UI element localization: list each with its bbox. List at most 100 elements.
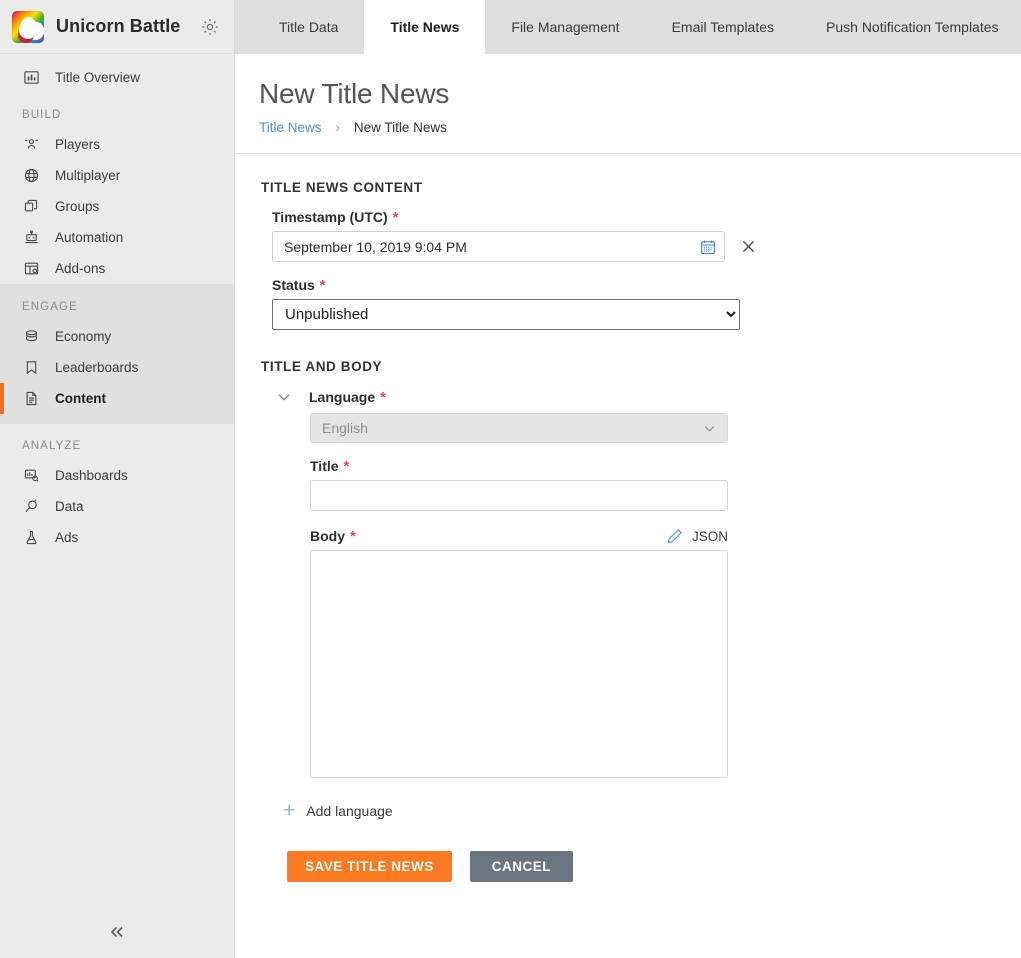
sidebar-collapse-button[interactable] <box>0 906 234 958</box>
sidebar-item-label: Multiplayer <box>55 168 121 183</box>
close-x-icon[interactable] <box>740 238 757 255</box>
body-field-header: Body * JSON <box>310 528 728 544</box>
sidebar-item-label: Data <box>55 499 84 514</box>
sidebar-item-content[interactable]: Content <box>0 383 234 414</box>
language-block: Language * English Title * Body * JSON <box>278 388 1021 778</box>
chevron-right-icon: › <box>335 120 340 135</box>
json-editor-link[interactable]: JSON <box>667 528 728 544</box>
coins-icon <box>22 328 40 346</box>
sidebar-item-label: Groups <box>55 199 100 214</box>
bookmark-icon <box>22 359 40 377</box>
body-textarea[interactable] <box>310 550 728 778</box>
title-news-form: TITLE NEWS CONTENT Timestamp (UTC) * Sep… <box>235 154 1021 882</box>
page-header: New Title News Title News › New Title Ne… <box>235 54 1021 153</box>
sidebar-item-ads[interactable]: Ads <box>0 522 234 553</box>
language-label: Language * <box>309 389 386 405</box>
status-label: Status * <box>272 277 1021 293</box>
flask-icon <box>22 529 40 547</box>
chevron-down-icon[interactable] <box>275 388 293 406</box>
required-marker: * <box>343 457 350 475</box>
breadcrumb: Title News › New Title News <box>259 120 1021 153</box>
timestamp-input[interactable]: September 10, 2019 9:04 PM <box>272 231 725 262</box>
sidebar-item-groups[interactable]: Groups <box>0 191 234 222</box>
language-select[interactable]: English <box>310 413 728 443</box>
sidebar-item-label: Players <box>55 137 101 152</box>
dashboard-icon <box>22 467 40 485</box>
language-label-text: Language <box>309 389 376 405</box>
status-select[interactable]: Unpublished Published Archived <box>272 299 740 330</box>
sidebar-item-leaderboards[interactable]: Leaderboards <box>0 352 234 383</box>
sidebar-section-build-label: BUILD <box>22 109 62 121</box>
breadcrumb-current: New Title News <box>353 120 447 135</box>
sidebar-item-addons[interactable]: Add-ons <box>0 253 234 284</box>
timestamp-field-group: Timestamp (UTC) * September 10, 2019 9:0… <box>272 209 1021 262</box>
gear-icon[interactable] <box>200 17 220 37</box>
tab-title-data[interactable]: Title Data <box>253 0 364 54</box>
plus-icon: + <box>283 799 296 822</box>
cancel-button[interactable]: CANCEL <box>469 851 574 882</box>
calendar-icon[interactable] <box>700 239 716 255</box>
timestamp-label: Timestamp (UTC) * <box>272 209 1021 225</box>
sidebar-item-automation[interactable]: Automation <box>0 222 234 253</box>
bar-chart-icon <box>22 69 40 87</box>
sidebar-item-title-overview[interactable]: Title Overview <box>0 62 234 93</box>
sidebar-item-label: Automation <box>55 230 124 245</box>
save-title-news-button[interactable]: SAVE TITLE NEWS <box>287 851 452 882</box>
status-field-group: Status * Unpublished Published Archived <box>272 277 1021 330</box>
body-field-label: Body * <box>310 528 356 544</box>
title-input[interactable] <box>310 480 728 511</box>
app-root: Unicorn Battle Title Overview BUILD Play… <box>0 0 1021 958</box>
tab-file-management[interactable]: File Management <box>485 0 645 54</box>
body-label-text: Body <box>310 528 345 544</box>
unicorn-logo-icon <box>12 10 44 43</box>
sidebar-item-label: Title Overview <box>55 70 141 85</box>
form-actions: SAVE TITLE NEWS CANCEL <box>287 851 1021 882</box>
title-label-text: Title <box>310 458 339 474</box>
sidebar-item-multiplayer[interactable]: Multiplayer <box>0 160 234 191</box>
tab-push-notification-templates[interactable]: Push Notification Templates <box>800 0 1021 54</box>
tab-bar: Title Data Title News File Management Em… <box>235 0 1021 54</box>
chevron-down-icon <box>702 421 717 436</box>
sidebar-section-analyze-label: ANALYZE <box>22 440 82 452</box>
tab-email-templates[interactable]: Email Templates <box>646 0 800 54</box>
add-language-label: Add language <box>306 802 393 819</box>
sidebar-item-economy[interactable]: Economy <box>0 321 234 352</box>
sidebar-item-label: Economy <box>55 329 112 344</box>
sidebar-item-data[interactable]: Data <box>0 491 234 522</box>
page-title: New Title News <box>259 78 450 109</box>
sidebar-section-engage: ENGAGE Economy Leaderboards Content <box>0 284 234 424</box>
status-label-text: Status <box>272 277 315 293</box>
add-language-button[interactable]: + Add language <box>283 800 1021 821</box>
title-field-label: Title * <box>310 458 1021 474</box>
required-marker: * <box>380 388 386 406</box>
robot-icon <box>22 229 40 247</box>
globe-icon <box>22 167 40 185</box>
sidebar-item-label: Add-ons <box>55 261 106 276</box>
tab-title-news[interactable]: Title News <box>364 0 486 54</box>
addons-icon <box>22 260 40 278</box>
pencil-icon <box>667 528 683 544</box>
brand-title: Unicorn Battle <box>56 16 181 36</box>
timestamp-value: September 10, 2019 9:04 PM <box>284 238 467 255</box>
sidebar-item-label: Dashboards <box>55 468 128 483</box>
required-marker: * <box>319 276 326 294</box>
sidebar-nav: Title Overview BUILD Players Multiplayer… <box>0 54 234 553</box>
sidebar: Unicorn Battle Title Overview BUILD Play… <box>0 0 235 958</box>
json-link-label: JSON <box>691 528 728 544</box>
sidebar-item-dashboards[interactable]: Dashboards <box>0 460 234 491</box>
required-marker: * <box>350 527 356 545</box>
sidebar-item-players[interactable]: Players <box>0 129 234 160</box>
brand-header: Unicorn Battle <box>0 0 234 54</box>
timestamp-row: September 10, 2019 9:04 PM <box>272 231 1021 262</box>
data-plug-icon <box>22 498 40 516</box>
language-value: English <box>322 420 368 436</box>
language-header: Language * <box>275 388 1021 406</box>
players-icon <box>22 136 40 154</box>
double-chevron-left-icon <box>106 921 128 943</box>
document-icon <box>22 390 40 408</box>
sidebar-item-label: Content <box>55 391 106 406</box>
sidebar-item-label: Ads <box>55 530 79 545</box>
breadcrumb-parent-link[interactable]: Title News <box>259 120 322 135</box>
main-panel: Title Data Title News File Management Em… <box>235 0 1021 958</box>
section-title-news-content: TITLE NEWS CONTENT <box>261 180 423 195</box>
